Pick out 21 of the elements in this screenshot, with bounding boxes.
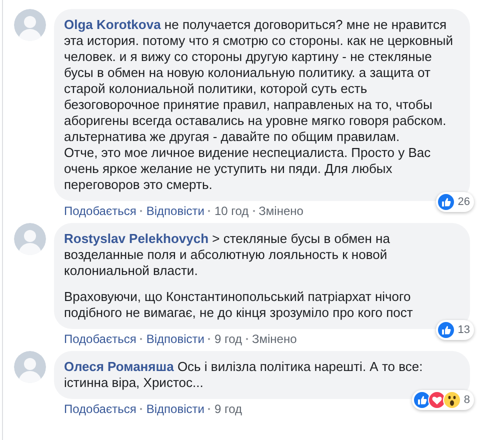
reaction-badge[interactable]: 13 xyxy=(436,320,474,340)
edited-label: Змінено xyxy=(258,204,304,218)
avatar-icon[interactable] xyxy=(14,9,46,41)
reaction-badge[interactable]: 8 xyxy=(412,390,474,410)
action-link[interactable]: Відповісти xyxy=(146,332,204,346)
comment-text: Олеся Романяша Ось і вилізла політика нарешті. А то все: істинна віра, Христос... xyxy=(64,359,424,391)
timestamp[interactable]: 9 год xyxy=(214,402,242,416)
action-link[interactable]: Подобається xyxy=(64,332,136,346)
comment-text: Враховуючи, що Константинопольський патріархат нічого подібного не вимагає, не до кінця зрозуміло про кого пост xyxy=(64,289,414,321)
action-link[interactable]: Відповісти xyxy=(146,402,204,416)
comment-text: Olga Korotkova не получается договориться? мне не нравится эта история. потому что я смотрю со стороны. как не церковный человек. и я вижу со стороны другую картину - не стекляные бусы в обмен на новую колониальную политику. а защита от старой колониальной политики, которой суть есть безоговорочное принятие правил, направленых на то, чтобы аборигены всегда оставались на уровне мягко говоря рабском. альтернатива же другая - давайте по общим правилам. Отче, это мое личное видение неспециалиста. Просто у Вас очень яркое желание не уступить ни пяди. Для любых переговоров это смерть. xyxy=(64,17,454,193)
action-link[interactable]: Подобається xyxy=(64,204,136,218)
timestamp[interactable]: 9 год xyxy=(214,332,242,346)
avatar-icon[interactable] xyxy=(14,351,46,383)
reaction-badge[interactable]: 26 xyxy=(436,192,474,212)
action-link[interactable]: Подобається xyxy=(64,402,136,416)
avatar-icon[interactable] xyxy=(14,223,46,255)
comment-text: Rostyslav Pelekhovych > стекляные бусы в обмен на возделанные поля и абсолютную лояльность к новой колониальной власти. xyxy=(64,231,391,279)
edited-label: Змінено xyxy=(252,332,297,346)
action-link[interactable]: Відповісти xyxy=(146,204,204,218)
timestamp[interactable]: 10 год xyxy=(214,204,249,218)
